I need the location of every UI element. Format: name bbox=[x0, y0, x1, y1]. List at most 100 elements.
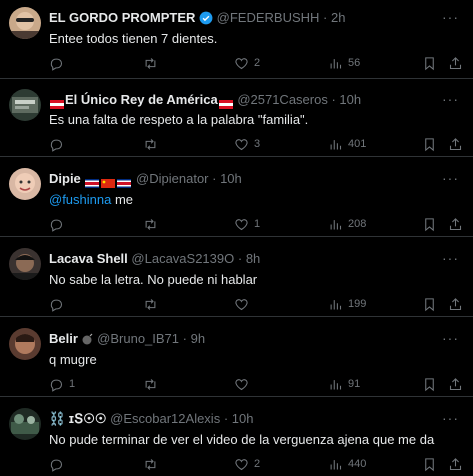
tweet-header: Dipie @Dipienator · 10h bbox=[49, 170, 242, 189]
timestamp[interactable]: 10h bbox=[220, 171, 242, 186]
retweet-button[interactable] bbox=[143, 135, 163, 153]
tweet-actions: 3 401 bbox=[49, 135, 463, 153]
tweet[interactable]: Lacava Shell @LacavaS2139O · 8h ··· No s… bbox=[0, 237, 473, 317]
display-name[interactable]: Belir bbox=[49, 331, 78, 346]
more-options-icon[interactable]: ··· bbox=[442, 250, 459, 266]
bookmark-button[interactable] bbox=[422, 215, 437, 233]
display-name[interactable]: EL GORDO PROMPTER bbox=[49, 10, 195, 25]
tweet[interactable]: Belir @Bruno_IB71 · 9h ··· q mugre 1 91 bbox=[0, 317, 473, 397]
tweet-text: No pude terminar de ver el video de la v… bbox=[49, 432, 435, 447]
share-button[interactable] bbox=[448, 295, 463, 313]
views-button[interactable]: 199 bbox=[328, 295, 366, 313]
views-button[interactable]: 208 bbox=[328, 215, 366, 233]
heart-icon bbox=[235, 57, 248, 69]
share-button[interactable] bbox=[448, 455, 463, 473]
avatar[interactable] bbox=[9, 168, 41, 200]
retweet-icon bbox=[145, 218, 156, 230]
reply-icon bbox=[50, 299, 63, 312]
more-options-icon[interactable]: ··· bbox=[442, 410, 459, 426]
costa-rica-flag-icon bbox=[85, 175, 100, 189]
views-button[interactable]: 440 bbox=[328, 455, 366, 473]
timestamp[interactable]: 9h bbox=[191, 331, 205, 346]
retweet-button[interactable] bbox=[143, 375, 163, 393]
views-button[interactable]: 91 bbox=[328, 375, 360, 393]
more-options-icon[interactable]: ··· bbox=[442, 330, 459, 346]
share-button[interactable] bbox=[448, 215, 463, 233]
handle[interactable]: @Bruno_IB71 bbox=[97, 331, 179, 346]
bookmark-button[interactable] bbox=[422, 455, 437, 473]
bookmark-button[interactable] bbox=[422, 54, 437, 72]
views-button[interactable]: 401 bbox=[328, 135, 366, 153]
retweet-button[interactable] bbox=[143, 455, 163, 473]
reply-button[interactable] bbox=[49, 295, 69, 313]
heart-icon bbox=[235, 458, 248, 470]
timestamp[interactable]: 10h bbox=[339, 92, 361, 107]
tweet[interactable]: ⛓️ ɪՏ☉☉ @Escobar12Alexis · 10h ··· No pu… bbox=[0, 397, 473, 476]
timestamp[interactable]: 10h bbox=[232, 411, 254, 426]
retweet-icon bbox=[145, 458, 156, 470]
avatar[interactable] bbox=[9, 408, 41, 440]
mention-link[interactable]: @fushinna bbox=[49, 192, 111, 207]
bomb-emoji-icon bbox=[82, 332, 94, 350]
display-name[interactable]: Lacava Shell bbox=[49, 251, 128, 266]
handle[interactable]: @Dipienator bbox=[136, 171, 208, 186]
reply-button[interactable] bbox=[49, 54, 69, 72]
share-icon bbox=[449, 56, 462, 69]
share-button[interactable] bbox=[448, 54, 463, 72]
like-button[interactable]: 1 bbox=[234, 215, 260, 233]
display-name[interactable]: ⛓️ ɪՏ☉☉ bbox=[49, 411, 107, 426]
timestamp[interactable]: 2h bbox=[331, 10, 345, 25]
retweet-button[interactable] bbox=[143, 54, 163, 72]
share-icon bbox=[449, 217, 462, 230]
tweet-actions: 2 440 bbox=[49, 455, 463, 473]
views-chart-icon bbox=[330, 139, 342, 149]
retweet-button[interactable] bbox=[143, 215, 163, 233]
display-name[interactable]: El Único Rey de América bbox=[65, 92, 218, 107]
retweet-button[interactable] bbox=[143, 295, 163, 313]
bookmark-button[interactable] bbox=[422, 295, 437, 313]
like-button[interactable]: 2 bbox=[234, 54, 260, 72]
handle[interactable]: @FEDERBUSHH bbox=[217, 10, 320, 25]
reply-button[interactable] bbox=[49, 215, 69, 233]
avatar[interactable] bbox=[9, 89, 41, 121]
handle[interactable]: @2571Caseros bbox=[237, 92, 328, 107]
more-options-icon[interactable]: ··· bbox=[442, 91, 459, 107]
tweet[interactable]: El Único Rey de América @2571Caseros · 1… bbox=[0, 79, 473, 157]
more-options-icon[interactable]: ··· bbox=[442, 170, 459, 186]
reply-button[interactable]: 1 bbox=[49, 375, 75, 393]
retweet-icon bbox=[145, 138, 156, 150]
display-name[interactable]: Dipie bbox=[49, 171, 81, 186]
tweet-actions: 1 208 bbox=[49, 215, 463, 233]
reply-button[interactable] bbox=[49, 455, 69, 473]
bookmark-icon bbox=[425, 377, 434, 391]
like-button[interactable] bbox=[234, 375, 254, 393]
reply-icon bbox=[50, 58, 63, 71]
share-icon bbox=[449, 137, 462, 150]
handle[interactable]: @Escobar12Alexis bbox=[110, 411, 220, 426]
handle[interactable]: @LacavaS2139O bbox=[131, 251, 234, 266]
bookmark-button[interactable] bbox=[422, 135, 437, 153]
tweet-header: Belir @Bruno_IB71 · 9h bbox=[49, 330, 205, 348]
bookmark-icon bbox=[425, 297, 434, 311]
tweet[interactable]: Dipie @Dipienator · 10h ··· @fushinna me… bbox=[0, 157, 473, 237]
heart-icon bbox=[235, 218, 248, 230]
avatar[interactable] bbox=[9, 248, 41, 280]
share-button[interactable] bbox=[448, 375, 463, 393]
timestamp[interactable]: 8h bbox=[246, 251, 260, 266]
share-button[interactable] bbox=[448, 135, 463, 153]
like-button[interactable] bbox=[234, 295, 254, 313]
reply-button[interactable] bbox=[49, 135, 69, 153]
like-button[interactable]: 3 bbox=[234, 135, 260, 153]
share-icon bbox=[449, 297, 462, 310]
tweet[interactable]: EL GORDO PROMPTER @FEDERBUSHH · 2h ··· E… bbox=[0, 0, 473, 79]
bookmark-button[interactable] bbox=[422, 375, 437, 393]
bookmark-icon bbox=[425, 217, 434, 231]
retweet-icon bbox=[145, 57, 156, 69]
reply-icon bbox=[50, 139, 63, 152]
like-button[interactable]: 2 bbox=[234, 455, 260, 473]
retweet-icon bbox=[145, 298, 156, 310]
more-options-icon[interactable]: ··· bbox=[442, 9, 459, 25]
avatar[interactable] bbox=[9, 7, 41, 39]
avatar[interactable] bbox=[9, 328, 41, 360]
views-button[interactable]: 56 bbox=[328, 54, 360, 72]
